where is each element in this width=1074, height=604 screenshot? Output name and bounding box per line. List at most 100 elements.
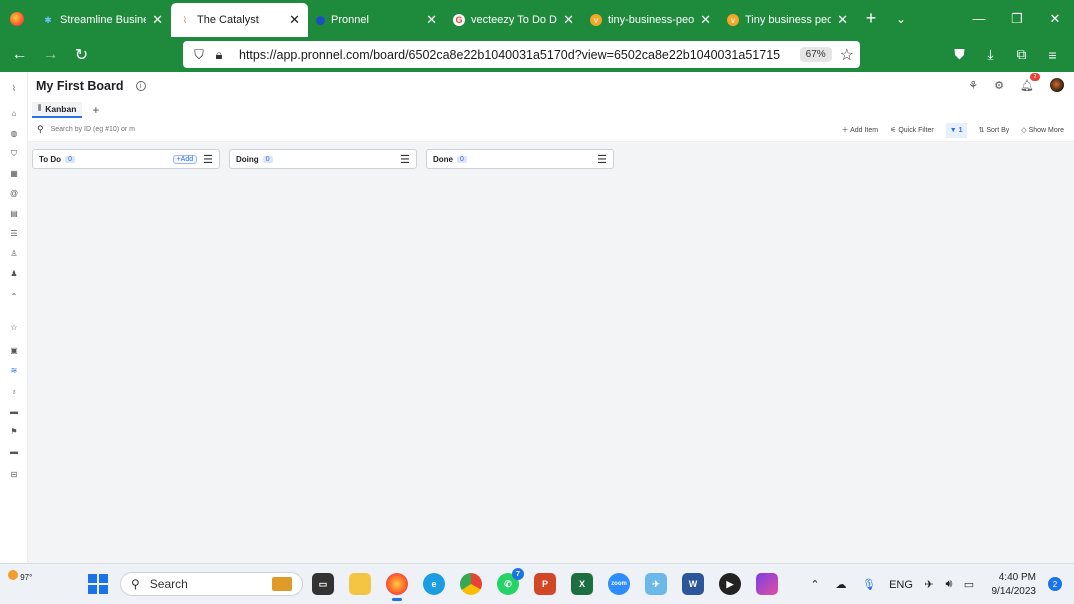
search-icon: ⚲	[37, 124, 44, 134]
tab-kanban[interactable]: ⫼ Kanban	[32, 102, 83, 118]
minimize-icon[interactable]: —	[960, 0, 998, 37]
tab-pronnel[interactable]: Pronnel ✕	[308, 5, 445, 36]
add-item-button[interactable]: ＋ Add Item	[842, 125, 879, 135]
language-indicator[interactable]: ENG	[883, 579, 919, 591]
back-arrow-icon[interactable]: ←	[4, 40, 35, 70]
word-icon[interactable]: W	[682, 573, 704, 595]
sort-by-button[interactable]: ⇅ Sort By	[979, 126, 1010, 134]
document-icon[interactable]: ▤	[0, 209, 28, 218]
chevron-up-icon[interactable]: ⌃	[803, 578, 827, 591]
board-title[interactable]: My First Board	[36, 79, 124, 93]
settings-gear-icon[interactable]: ⚙	[994, 79, 1004, 92]
maps-icon[interactable]: ✈	[645, 573, 667, 595]
task-view-icon[interactable]: ▭	[312, 573, 334, 595]
folder-icon[interactable]: ▬	[0, 447, 28, 456]
column-menu-icon[interactable]: ☰	[400, 153, 410, 166]
clock[interactable]: 4:40 PM 9/14/2023	[992, 571, 1037, 599]
forward-arrow-icon[interactable]: →	[35, 40, 66, 70]
microphone-icon[interactable]: 🎙︎	[855, 578, 883, 591]
close-tab-icon[interactable]: ✕	[563, 12, 574, 28]
automation-icon[interactable]: ⚘	[968, 79, 978, 92]
info-icon[interactable]: i	[135, 81, 146, 91]
column-name: Done	[433, 154, 453, 164]
address-bar[interactable]: ⛉ 🔒︎ https://app.pronnel.com/board/6502c…	[183, 41, 860, 68]
list-icon[interactable]: ☰	[0, 229, 28, 238]
airplane-icon[interactable]: ✈	[919, 578, 939, 591]
edge-icon[interactable]: e	[423, 573, 445, 595]
column-menu-icon[interactable]: ☰	[597, 153, 607, 166]
excel-icon[interactable]: X	[571, 573, 593, 595]
zoom-icon[interactable]: zoom	[608, 573, 630, 595]
reload-icon[interactable]: ↻	[66, 40, 97, 70]
volume-icon[interactable]: 🔊︎	[939, 578, 959, 591]
weather-widget[interactable]: 97°	[8, 570, 38, 582]
globe-icon[interactable]: ◍	[0, 129, 28, 138]
column-to-do[interactable]: To Do 0 +Add ☰	[32, 149, 220, 169]
filter-button[interactable]: ▼ 1	[945, 122, 967, 138]
folder-icon[interactable]: ▬	[0, 407, 28, 416]
notification-center-badge[interactable]: 2	[1048, 577, 1062, 591]
column-done[interactable]: Done 0 ☰	[426, 149, 614, 169]
media-player-icon[interactable]: ▶	[719, 573, 741, 595]
tab-streamline-business[interactable]: ✱ Streamline Business ✕	[34, 5, 171, 36]
flag-icon[interactable]: ⚑	[0, 427, 28, 436]
wifi-icon[interactable]: ≋	[0, 366, 28, 375]
tab-tiny-business-1[interactable]: v tiny-business-peopl ✕	[582, 5, 719, 36]
close-tab-icon[interactable]: ✕	[700, 12, 711, 28]
close-tab-icon[interactable]: ✕	[837, 12, 848, 28]
zoom-level-badge[interactable]: 67%	[799, 47, 832, 62]
cloud-icon[interactable]: ☁	[827, 578, 855, 591]
tab-tiny-business-2[interactable]: v Tiny business peopl ✕	[719, 5, 856, 36]
url-text[interactable]: https://app.pronnel.com/board/6502ca8e22…	[239, 48, 800, 62]
view-tabs: ⫼ Kanban +	[28, 100, 1074, 118]
pocket-icon[interactable]: ⛊	[944, 46, 975, 63]
users-icon[interactable]: ♟	[0, 269, 28, 278]
hamburger-menu-icon[interactable]: ≡	[1037, 47, 1068, 63]
toolbar-actions: ＋ Add Item ⚟ Quick Filter ▼ 1 ⇅ Sort By …	[842, 118, 1064, 142]
clipchamp-icon[interactable]	[756, 573, 778, 595]
firefox-icon[interactable]	[386, 573, 408, 601]
add-view-button[interactable]: +	[92, 102, 99, 118]
column-menu-icon[interactable]: ☰	[203, 153, 213, 166]
avatar[interactable]	[1050, 78, 1064, 92]
list-tabs-chevron-icon[interactable]: ⌄	[886, 0, 916, 37]
tab-the-catalyst[interactable]: ⌇ The Catalyst ✕	[171, 3, 308, 37]
bookmark-star-icon[interactable]: ☆	[840, 45, 854, 65]
at-sign-icon[interactable]: @	[0, 189, 28, 198]
restore-icon[interactable]: ❐	[998, 0, 1036, 37]
archive-icon[interactable]: ⊟	[0, 470, 28, 479]
bulb-icon[interactable]: ♁	[0, 387, 28, 396]
start-button[interactable]	[88, 574, 108, 594]
downloads-icon[interactable]: ⤓	[975, 46, 1006, 63]
grid-icon[interactable]: ▦	[0, 169, 28, 178]
new-tab-button[interactable]: +	[856, 0, 886, 37]
home-icon[interactable]: ⌂	[0, 109, 28, 118]
column-doing[interactable]: Doing 0 ☰	[229, 149, 417, 169]
close-window-icon[interactable]: ✕	[1036, 0, 1074, 37]
lock-icon[interactable]: 🔒︎	[209, 47, 229, 63]
taskbar-search[interactable]: ⚲ Search	[120, 572, 303, 596]
close-tab-icon[interactable]: ✕	[289, 12, 300, 28]
battery-icon[interactable]: ▭	[959, 578, 979, 591]
star-icon[interactable]: ☆	[0, 323, 28, 332]
shield-icon[interactable]: ⛉	[0, 149, 28, 159]
user-icon[interactable]: ♙	[0, 249, 28, 258]
tab-vecteezy-google[interactable]: G vecteezy To Do Dor ✕	[445, 5, 582, 36]
firefox-menu-button[interactable]	[0, 0, 34, 37]
chrome-icon[interactable]	[460, 573, 482, 595]
bell-icon[interactable]: 🔔︎ 2	[1020, 72, 1040, 92]
add-card-button[interactable]: +Add	[172, 154, 198, 164]
search-input[interactable]	[50, 126, 161, 133]
close-tab-icon[interactable]: ✕	[152, 12, 163, 28]
powerpoint-icon[interactable]: P	[534, 573, 556, 595]
pronnel-logo-icon[interactable]: ⌇	[0, 84, 28, 93]
shield-icon[interactable]: ⛉	[189, 47, 209, 63]
chevron-up-icon[interactable]: ⌃	[0, 292, 28, 301]
whatsapp-icon[interactable]: ✆ 7	[497, 568, 524, 595]
inbox-icon[interactable]: ▣	[0, 346, 28, 355]
close-tab-icon[interactable]: ✕	[426, 12, 437, 28]
quick-filter-button[interactable]: ⚟ Quick Filter	[890, 126, 934, 134]
file-explorer-icon[interactable]	[349, 573, 371, 595]
show-more-button[interactable]: ◇ Show More	[1021, 126, 1064, 134]
extensions-icon[interactable]: ⧉	[1006, 46, 1037, 63]
